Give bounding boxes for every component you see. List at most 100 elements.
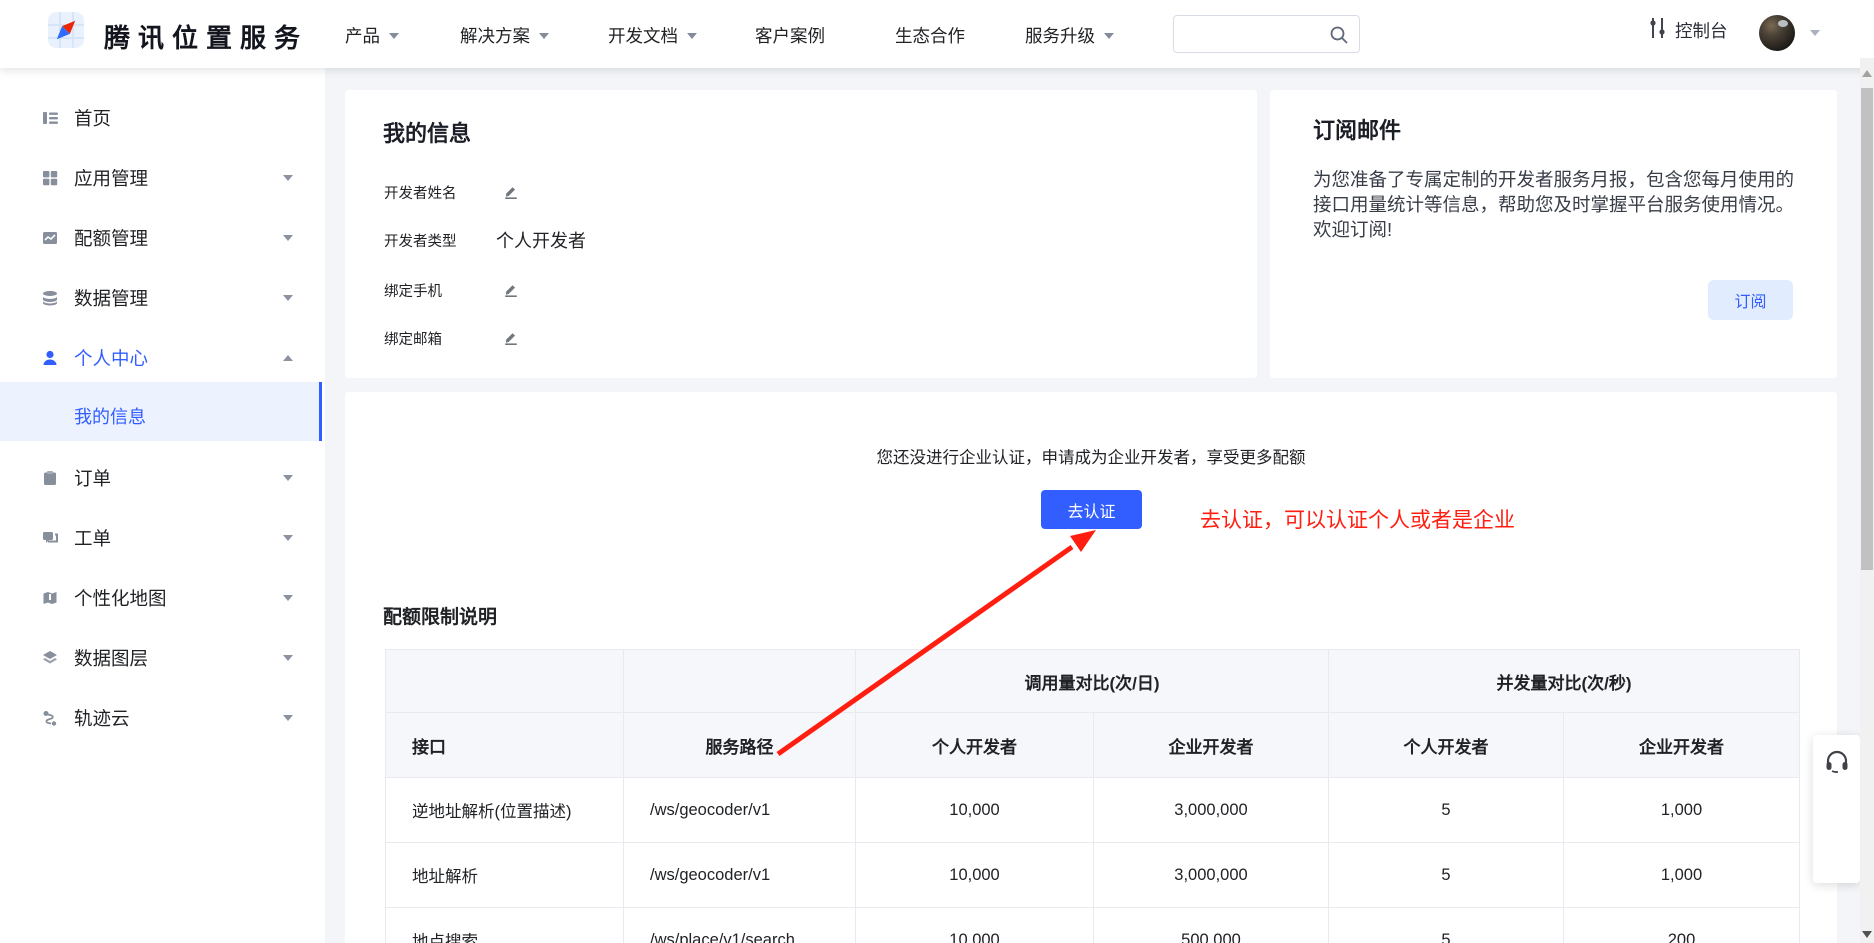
chevron-up-icon bbox=[283, 355, 293, 361]
scrollbar-up-arrow-icon[interactable] bbox=[1862, 70, 1872, 77]
ticket-chat-icon bbox=[42, 530, 58, 546]
certification-notice: 您还没进行企业认证，申请成为企业开发者，享受更多配额 bbox=[345, 444, 1837, 468]
subscribe-button[interactable]: 订阅 bbox=[1708, 280, 1793, 320]
quota-cell-1-4: 5 bbox=[1329, 843, 1564, 908]
sidebar-item-label: 订单 bbox=[74, 465, 111, 491]
custom-map-icon bbox=[42, 590, 58, 606]
sidebar-item-data-layers[interactable]: 数据图层 bbox=[0, 640, 325, 676]
sidebar-item-orders[interactable]: 订单 bbox=[0, 460, 325, 496]
subscribe-description: 为您准备了专属定制的开发者服务月报，包含您每月使用的接口用量统计等信息，帮助您及… bbox=[1313, 167, 1809, 242]
track-cloud-icon bbox=[42, 710, 58, 726]
header-search-box bbox=[1173, 15, 1360, 53]
field-value: 个人开发者 bbox=[496, 227, 586, 253]
sidebar-item-label: 轨迹云 bbox=[74, 705, 130, 731]
page: 腾讯位置服务 产品 解决方案 开发文档 客户案例 生态合作 服务升级 控制台 bbox=[0, 0, 1874, 943]
nav-item-label: 产品 bbox=[345, 20, 380, 52]
scrollbar[interactable] bbox=[1860, 58, 1874, 943]
sidebar-item-data-management[interactable]: 数据管理 bbox=[0, 280, 325, 316]
avatar-dropdown-icon[interactable] bbox=[1810, 30, 1820, 36]
sidebar-item-quota-management[interactable]: 配额管理 bbox=[0, 220, 325, 256]
apps-grid-icon bbox=[42, 170, 58, 186]
user-icon bbox=[42, 350, 58, 366]
brand-logo-icon[interactable] bbox=[48, 12, 84, 48]
nav-item-4[interactable]: 生态合作 bbox=[895, 20, 965, 52]
quota-cell-2-1: /ws/place/v1/search bbox=[624, 908, 856, 943]
sidebar-item-label: 工单 bbox=[74, 525, 111, 551]
nav-item-label: 客户案例 bbox=[755, 20, 825, 52]
console-link[interactable]: 控制台 bbox=[1648, 15, 1728, 45]
nav-item-1[interactable]: 解决方案 bbox=[460, 20, 549, 52]
quota-row-0: 逆地址解析(位置描述)/ws/geocoder/v110,0003,000,00… bbox=[386, 778, 1800, 843]
search-input[interactable] bbox=[1184, 20, 1324, 48]
layers-icon bbox=[42, 650, 58, 666]
console-label: 控制台 bbox=[1675, 18, 1728, 43]
sidebar-item-work-orders[interactable]: 工单 bbox=[0, 520, 325, 556]
field-label: 开发者姓名 bbox=[384, 182, 496, 203]
quota-cell-1-1: /ws/geocoder/v1 bbox=[624, 843, 856, 908]
chevron-down-icon bbox=[283, 295, 293, 301]
quota-group-daily-calls: 调用量对比(次/日) bbox=[856, 650, 1329, 713]
field-label: 绑定邮箱 bbox=[384, 328, 496, 349]
chevron-down-icon bbox=[1104, 33, 1114, 39]
chevron-down-icon bbox=[283, 595, 293, 601]
quota-col-header-0: 接口 bbox=[386, 713, 624, 778]
database-icon bbox=[42, 290, 58, 306]
user-avatar[interactable] bbox=[1759, 15, 1795, 51]
field-row-bound-email: 绑定邮箱 bbox=[384, 328, 519, 348]
sidebar: 首页应用管理配额管理数据管理个人中心订单工单个性化地图数据图层轨迹云 我的信息 bbox=[0, 68, 325, 943]
chevron-down-icon bbox=[283, 235, 293, 241]
chevron-down-icon bbox=[283, 535, 293, 541]
sidebar-item-personal-center[interactable]: 个人中心 bbox=[0, 340, 325, 376]
nav-item-3[interactable]: 客户案例 bbox=[755, 20, 825, 52]
sidebar-subitem-label: 我的信息 bbox=[74, 403, 146, 429]
quota-cell-1-3: 3,000,000 bbox=[1094, 843, 1329, 908]
contact-support-widget[interactable] bbox=[1813, 735, 1860, 883]
chevron-down-icon bbox=[539, 33, 549, 39]
nav-item-2[interactable]: 开发文档 bbox=[608, 20, 697, 52]
chevron-down-icon bbox=[283, 715, 293, 721]
scrollbar-thumb[interactable] bbox=[1861, 88, 1873, 570]
annotation-text: 去认证，可以认证个人或者是企业 bbox=[1200, 504, 1515, 534]
nav-item-label: 服务升级 bbox=[1025, 20, 1095, 52]
chevron-down-icon bbox=[283, 655, 293, 661]
edit-pencil-icon[interactable] bbox=[503, 330, 519, 346]
chevron-down-icon bbox=[687, 33, 697, 39]
chevron-down-icon bbox=[283, 175, 293, 181]
chevron-down-icon bbox=[389, 33, 399, 39]
search-icon[interactable] bbox=[1329, 25, 1349, 50]
sidebar-subitem-my-info[interactable]: 我的信息 bbox=[0, 382, 322, 441]
go-certify-button[interactable]: 去认证 bbox=[1041, 490, 1142, 529]
brand-title[interactable]: 腾讯位置服务 bbox=[104, 18, 308, 55]
field-label: 开发者类型 bbox=[384, 230, 496, 251]
sidebar-item-app-management[interactable]: 应用管理 bbox=[0, 160, 325, 196]
quota-cell-0-2: 10,000 bbox=[856, 778, 1094, 843]
quota-th-empty-1 bbox=[386, 650, 624, 713]
nav-item-0[interactable]: 产品 bbox=[345, 20, 399, 52]
quota-section-title: 配额限制说明 bbox=[383, 602, 497, 629]
edit-pencil-icon[interactable] bbox=[503, 184, 519, 200]
sidebar-item-label: 个人中心 bbox=[74, 345, 148, 371]
chevron-down-icon bbox=[283, 475, 293, 481]
console-sliders-icon bbox=[1648, 15, 1667, 46]
sidebar-item-label: 数据图层 bbox=[74, 645, 148, 671]
sidebar-item-label: 应用管理 bbox=[74, 165, 148, 191]
quota-cell-0-4: 5 bbox=[1329, 778, 1564, 843]
edit-pencil-icon[interactable] bbox=[503, 282, 519, 298]
scrollbar-down-arrow-icon[interactable] bbox=[1862, 931, 1872, 938]
nav-item-5[interactable]: 服务升级 bbox=[1025, 20, 1114, 52]
nav-item-label: 生态合作 bbox=[895, 20, 965, 52]
quota-cell-2-3: 500,000 bbox=[1094, 908, 1329, 943]
quota-table: 调用量对比(次/日)并发量对比(次/秒)接口服务路径个人开发者企业开发者个人开发… bbox=[385, 649, 1800, 943]
quota-cell-1-2: 10,000 bbox=[856, 843, 1094, 908]
quota-row-1: 地址解析/ws/geocoder/v110,0003,000,00051,000 bbox=[386, 843, 1800, 908]
sidebar-item-home[interactable]: 首页 bbox=[0, 100, 325, 136]
quota-cell-1-5: 1,000 bbox=[1564, 843, 1800, 908]
field-row-developer-type: 开发者类型个人开发者 bbox=[384, 230, 586, 250]
profile-card: 我的信息 开发者姓名开发者类型个人开发者绑定手机绑定邮箱 bbox=[345, 90, 1257, 378]
sidebar-item-track-cloud[interactable]: 轨迹云 bbox=[0, 700, 325, 736]
quota-cell-0-3: 3,000,000 bbox=[1094, 778, 1329, 843]
quota-group-concurrency: 并发量对比(次/秒) bbox=[1329, 650, 1800, 713]
sidebar-item-custom-map[interactable]: 个性化地图 bbox=[0, 580, 325, 616]
field-label: 绑定手机 bbox=[384, 280, 496, 301]
quota-cell-2-0: 地点搜索 bbox=[386, 908, 624, 943]
